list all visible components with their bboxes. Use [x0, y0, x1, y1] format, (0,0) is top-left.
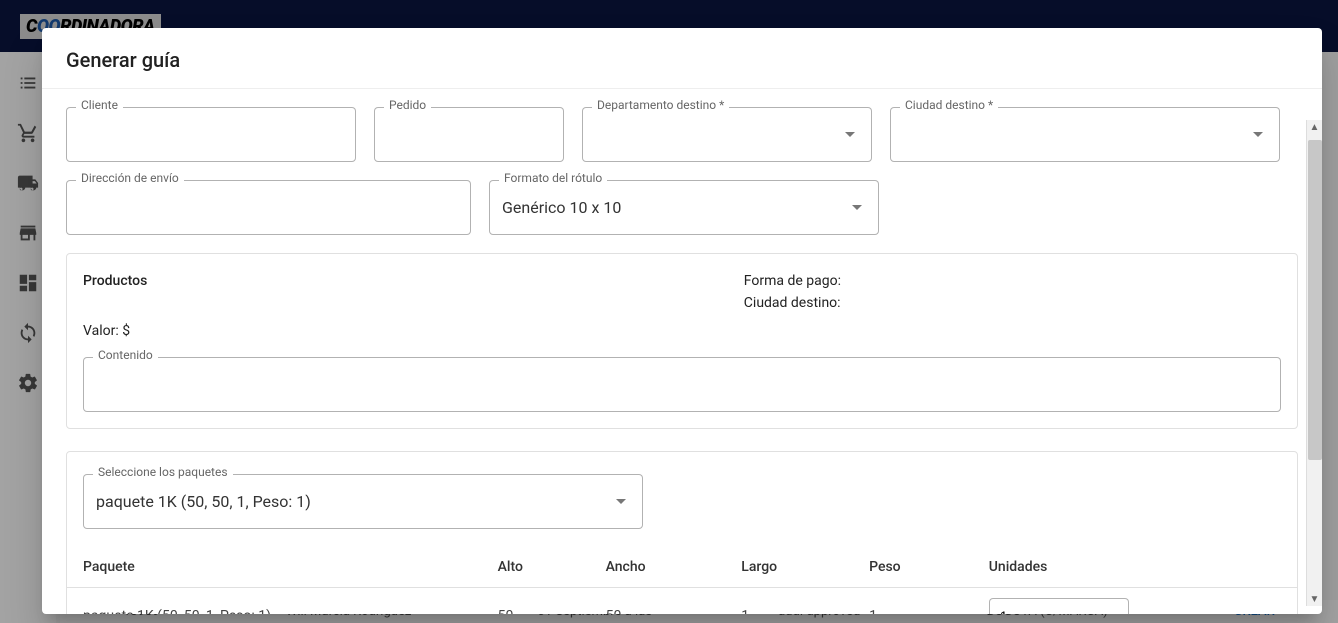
- th-unidades: Unidades: [973, 547, 1297, 588]
- td-unidades: [973, 587, 1297, 614]
- table-row: paquete 1K (50, 50, 1, Peso: 1) 50 50 1 …: [67, 587, 1297, 614]
- chevron-down-icon: [616, 499, 626, 504]
- modal-body: Cliente Pedido Departamento destino * Ci…: [42, 88, 1322, 614]
- generate-guide-modal: Generar guía Cliente Pedido Departamento…: [42, 28, 1322, 614]
- cliente-input[interactable]: [66, 107, 356, 162]
- contenido-label: Contenido: [93, 348, 158, 362]
- list-icon[interactable]: [17, 72, 39, 94]
- formato-label: Formato del rótulo: [499, 171, 607, 185]
- th-paquete: Paquete: [67, 547, 482, 588]
- contenido-input[interactable]: [83, 357, 1281, 412]
- dashboard-icon[interactable]: [17, 272, 39, 294]
- modal-header: Generar guía: [42, 28, 1322, 88]
- chevron-down-icon: [852, 205, 862, 210]
- packages-table: Paquete Alto Ancho Largo Peso Unidades p…: [67, 547, 1297, 614]
- direccion-input[interactable]: [66, 180, 471, 235]
- ciudad-label: Ciudad destino *: [900, 98, 998, 112]
- ciudad-select[interactable]: [890, 107, 1280, 162]
- modal-title: Generar guía: [66, 48, 1298, 72]
- td-peso: 1: [853, 587, 973, 614]
- scroll-up-icon[interactable]: ▲: [1308, 120, 1322, 134]
- direccion-field: Dirección de envío: [66, 180, 471, 235]
- valor-label: Valor: $: [83, 320, 147, 342]
- th-ancho: Ancho: [590, 547, 726, 588]
- chevron-down-icon: [1253, 132, 1263, 137]
- package-select-label: Seleccione los paquetes: [93, 465, 233, 479]
- store-icon[interactable]: [17, 222, 39, 244]
- pedido-label: Pedido: [384, 98, 431, 112]
- forma-pago-label: Forma de pago:: [744, 270, 841, 292]
- td-largo: 1: [725, 587, 853, 614]
- pedido-field: Pedido: [374, 107, 564, 162]
- cliente-label: Cliente: [76, 98, 123, 112]
- package-select-value: paquete 1K (50, 50, 1, Peso: 1): [96, 492, 311, 511]
- scroll-thumb[interactable]: [1308, 140, 1322, 460]
- summary-card: Productos Valor: $ Forma de pago: Ciudad…: [66, 253, 1298, 429]
- departamento-select[interactable]: [582, 107, 872, 162]
- cart-icon[interactable]: [17, 122, 39, 144]
- td-alto: 50: [482, 587, 590, 614]
- th-largo: Largo: [725, 547, 853, 588]
- formato-field: Formato del rótulo Genérico 10 x 10: [489, 180, 879, 235]
- departamento-field: Departamento destino *: [582, 107, 872, 162]
- formato-select[interactable]: Genérico 10 x 10: [489, 180, 879, 235]
- unidades-input[interactable]: [989, 598, 1129, 614]
- truck-icon[interactable]: [17, 172, 39, 194]
- departamento-label: Departamento destino *: [592, 98, 729, 112]
- gear-icon[interactable]: [17, 372, 39, 394]
- pedido-input[interactable]: [374, 107, 564, 162]
- ciudad-field: Ciudad destino *: [890, 107, 1280, 162]
- td-ancho: 50: [590, 587, 726, 614]
- package-select[interactable]: paquete 1K (50, 50, 1, Peso: 1): [83, 474, 643, 529]
- formato-value: Genérico 10 x 10: [502, 198, 621, 217]
- scroll-down-icon[interactable]: ▼: [1308, 592, 1322, 606]
- chevron-down-icon: [845, 132, 855, 137]
- direccion-label: Dirección de envío: [76, 171, 184, 185]
- contenido-field: Contenido: [83, 357, 1281, 412]
- packages-card: Seleccione los paquetes paquete 1K (50, …: [66, 451, 1298, 614]
- ciudad-destino-label: Ciudad destino:: [744, 292, 841, 314]
- sync-icon[interactable]: [17, 322, 39, 344]
- scrollbar[interactable]: ▲ ▼: [1306, 120, 1322, 606]
- td-paquete: paquete 1K (50, 50, 1, Peso: 1): [67, 587, 482, 614]
- package-select-field: Seleccione los paquetes paquete 1K (50, …: [83, 474, 643, 529]
- th-peso: Peso: [853, 547, 973, 588]
- cliente-field: Cliente: [66, 107, 356, 162]
- productos-label: Productos: [83, 270, 147, 292]
- th-alto: Alto: [482, 547, 590, 588]
